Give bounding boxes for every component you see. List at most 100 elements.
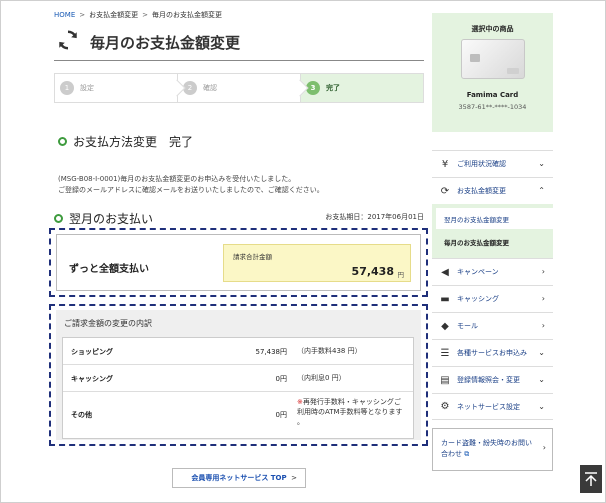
breakdown-table: ショッピング 57,438円 （内手数料438 円） キャッシング 0円 （内利… [62,337,414,439]
row-label: ショッピング [71,348,113,356]
sidebar-item-label: お支払金額変更 [457,187,506,195]
refresh-icon: ⟳ [440,185,450,197]
sidebar-item-payment-change[interactable]: ⟳ お支払金額変更 ⌃ [432,177,553,204]
sidebar-item-net-settings[interactable]: ⚙ ネットサービス設定 ⌄ [432,393,553,420]
sidebar-item-usage[interactable]: ¥ ご利用状況確認 ⌄ [432,150,553,177]
breadcrumb-level1[interactable]: お支払金額変更 [89,11,138,19]
message-line: ご登録のメールアドレスに確認メールをお送りいたしましたので、ご確認ください。 [58,186,324,194]
tag-icon: ◆ [441,320,449,332]
bullet-circle-icon [58,137,67,146]
chevron-down-icon: ⌄ [538,348,545,357]
row-note: （内利息0 円） [297,374,346,382]
row-label: その他 [71,411,92,419]
payment-method: ずっと全額支払い [69,264,149,275]
member-top-button-label: 会員専用ネットサービス TOP [191,474,287,482]
card-brand-icon [507,68,519,74]
complete-message: (MSG-B08-I-0001)毎月のお支払金額変更のお申込みを受付いたしました… [58,174,324,196]
row-note: （内手数料438 円） [297,347,362,355]
chevron-right-icon: › [541,267,545,276]
note-line: 。 [297,418,304,426]
sidebar-item-label: モール [457,322,478,330]
document-icon: ▤ [440,374,450,386]
gear-icon: ⚙ [440,401,450,412]
sidebar-item-label: 登録情報照会・変更 [457,376,520,384]
contact-line: 合わせ [441,450,462,458]
payment-summary-card: ずっと全額支払い 請求合計金額 57,438 円 [56,234,421,291]
breakdown-title: ご請求金額の変更の内訳 [64,319,152,328]
sidebar-item-cashing[interactable]: ▬ キャッシング › [432,285,553,312]
sidebar-item-mall[interactable]: ◆ モール › [432,312,553,339]
next-payment-heading-text: 翌月のお支払い [69,212,154,226]
sidebar-item-services[interactable]: ☰ 各種サービスお申込み ⌄ [432,339,553,366]
page-header: 毎月のお支払金額変更 [54,27,424,61]
sidebar-item-label: 各種サービスお申込み [457,349,527,357]
chevron-down-icon: ⌄ [538,375,545,384]
row-note: ※再発行手数料・キャッシングご 利用時のATM手数料等となります 。 [297,397,402,427]
sidebar-item-label: キャンペーン [457,268,499,276]
total-unit: 円 [397,271,405,279]
step-label: 設定 [80,84,94,92]
table-row: キャッシング 0円 （内利息0 円） [63,365,413,392]
refresh-icon [59,30,77,50]
sidebar-subitem-monthly[interactable]: 毎月のお支払金額変更 [436,231,553,252]
row-amount: 57,438円 [255,348,288,356]
row-amount: 0円 [275,411,287,419]
card-name: Famima Card [466,91,519,99]
complete-heading: お支払方法変更 完了 [58,133,193,150]
yen-icon: ¥ [441,158,449,170]
lost-card-contact-link[interactable]: カード盗難・紛失時のお問い 合わせ ⧉ › [432,428,553,471]
sidebar-item-registration[interactable]: ▤ 登録情報照会・変更 ⌄ [432,366,553,393]
note-line: 再発行手数料・キャッシングご [302,398,401,406]
chevron-right-icon: › [541,321,545,330]
megaphone-icon: ◀ [441,266,449,278]
chevron-up-icon: ⌃ [538,186,545,195]
step-label: 完了 [326,84,340,92]
card-chip-icon [470,54,480,62]
credit-card-icon [461,39,525,79]
contact-line: カード盗難・紛失時のお問い [441,439,532,447]
message-line: (MSG-B08-I-0001)毎月のお支払金額変更のお申込みを受付いたしました… [58,175,296,183]
progress-steps: 1 設定 2 確認 3 完了 [54,73,424,103]
total-value: 57,438 [351,265,394,278]
step-number: 1 [60,81,74,95]
sidebar-item-label: ご利用状況確認 [457,160,506,168]
selected-heading: 選択中の商品 [471,25,514,33]
row-label: キャッシング [71,375,113,383]
total-label: 請求合計金額 [233,253,272,261]
arrow-up-icon [585,472,597,486]
step-settings: 1 設定 [55,74,178,102]
page-top-button[interactable] [580,465,602,493]
bullet-circle-icon [54,214,63,223]
step-complete: 3 完了 [301,74,423,102]
contact-text: カード盗難・紛失時のお問い 合わせ ⧉ [441,438,537,460]
total-amount-box: 請求合計金額 57,438 円 [223,244,411,282]
chevron-right-icon: › [541,294,545,303]
table-row: その他 0円 ※再発行手数料・キャッシングご 利用時のATM手数料等となります … [63,392,413,438]
chevron-right-icon: > [291,474,297,482]
external-window-icon: ⧉ [464,450,470,458]
breadcrumb-separator: > [79,11,86,19]
breakdown-panel: ご請求金額の変更の内訳 ショッピング 57,438円 （内手数料438 円） キ… [56,310,421,440]
card-number: 3587-61**-****-1034 [458,103,527,111]
note-line: 利用時のATM手数料等となります [297,408,403,416]
sidebar-submenu: 翌月のお支払金額変更 毎月のお支払金額変更 [432,204,553,258]
breadcrumb-separator: > [142,11,148,19]
cash-icon: ▬ [440,293,450,305]
table-row: ショッピング 57,438円 （内手数料438 円） [63,338,413,365]
step-confirm: 2 確認 [178,74,301,102]
sidebar-item-campaign[interactable]: ◀ キャンペーン › [432,258,553,285]
list-icon: ☰ [440,347,450,359]
selected-card-panel: 選択中の商品 Famima Card 3587-61**-****-1034 [432,13,553,132]
sidebar-menu: ¥ ご利用状況確認 ⌄ ⟳ お支払金額変更 ⌃ 翌月のお支払金額変更 毎月のお支… [432,150,553,420]
sidebar-subitem-next-month[interactable]: 翌月のお支払金額変更 [436,208,553,229]
page-title: 毎月のお支払金額変更 [90,34,241,52]
sidebar-item-label: キャッシング [457,295,499,303]
member-top-button[interactable]: 会員専用ネットサービス TOP > [172,468,306,488]
breadcrumb: HOME > お支払金額変更 > 毎月のお支払金額変更 [54,10,222,20]
complete-heading-text: お支払方法変更 完了 [73,135,194,149]
next-payment-heading: 翌月のお支払い [54,210,153,227]
chevron-right-icon: › [542,443,546,452]
payment-due-date: お支払期日：2017年06月01日 [325,213,424,221]
breadcrumb-home-link[interactable]: HOME [54,11,75,19]
step-label: 確認 [203,84,217,92]
